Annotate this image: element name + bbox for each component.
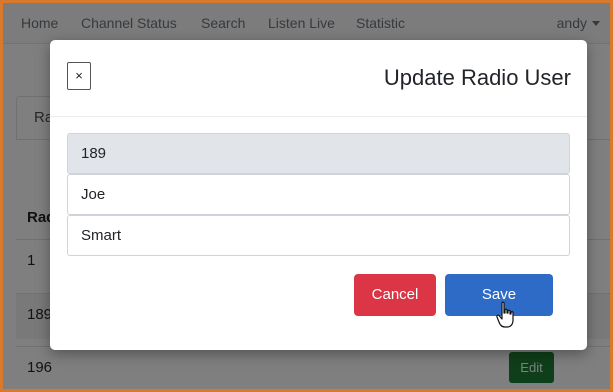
modal-title: Update Radio User (383, 65, 571, 90)
close-button[interactable]: × (67, 62, 91, 90)
modal-header: × Update Radio User (50, 40, 587, 117)
last-name-field[interactable] (67, 215, 570, 256)
update-radio-user-modal: × Update Radio User Cancel Save (50, 40, 587, 350)
app-frame: Home Channel Status Search Listen Live S… (0, 0, 613, 392)
first-name-field[interactable] (67, 174, 570, 215)
save-button[interactable]: Save (445, 274, 553, 316)
radio-id-field (67, 133, 570, 174)
cancel-button[interactable]: Cancel (354, 274, 436, 316)
